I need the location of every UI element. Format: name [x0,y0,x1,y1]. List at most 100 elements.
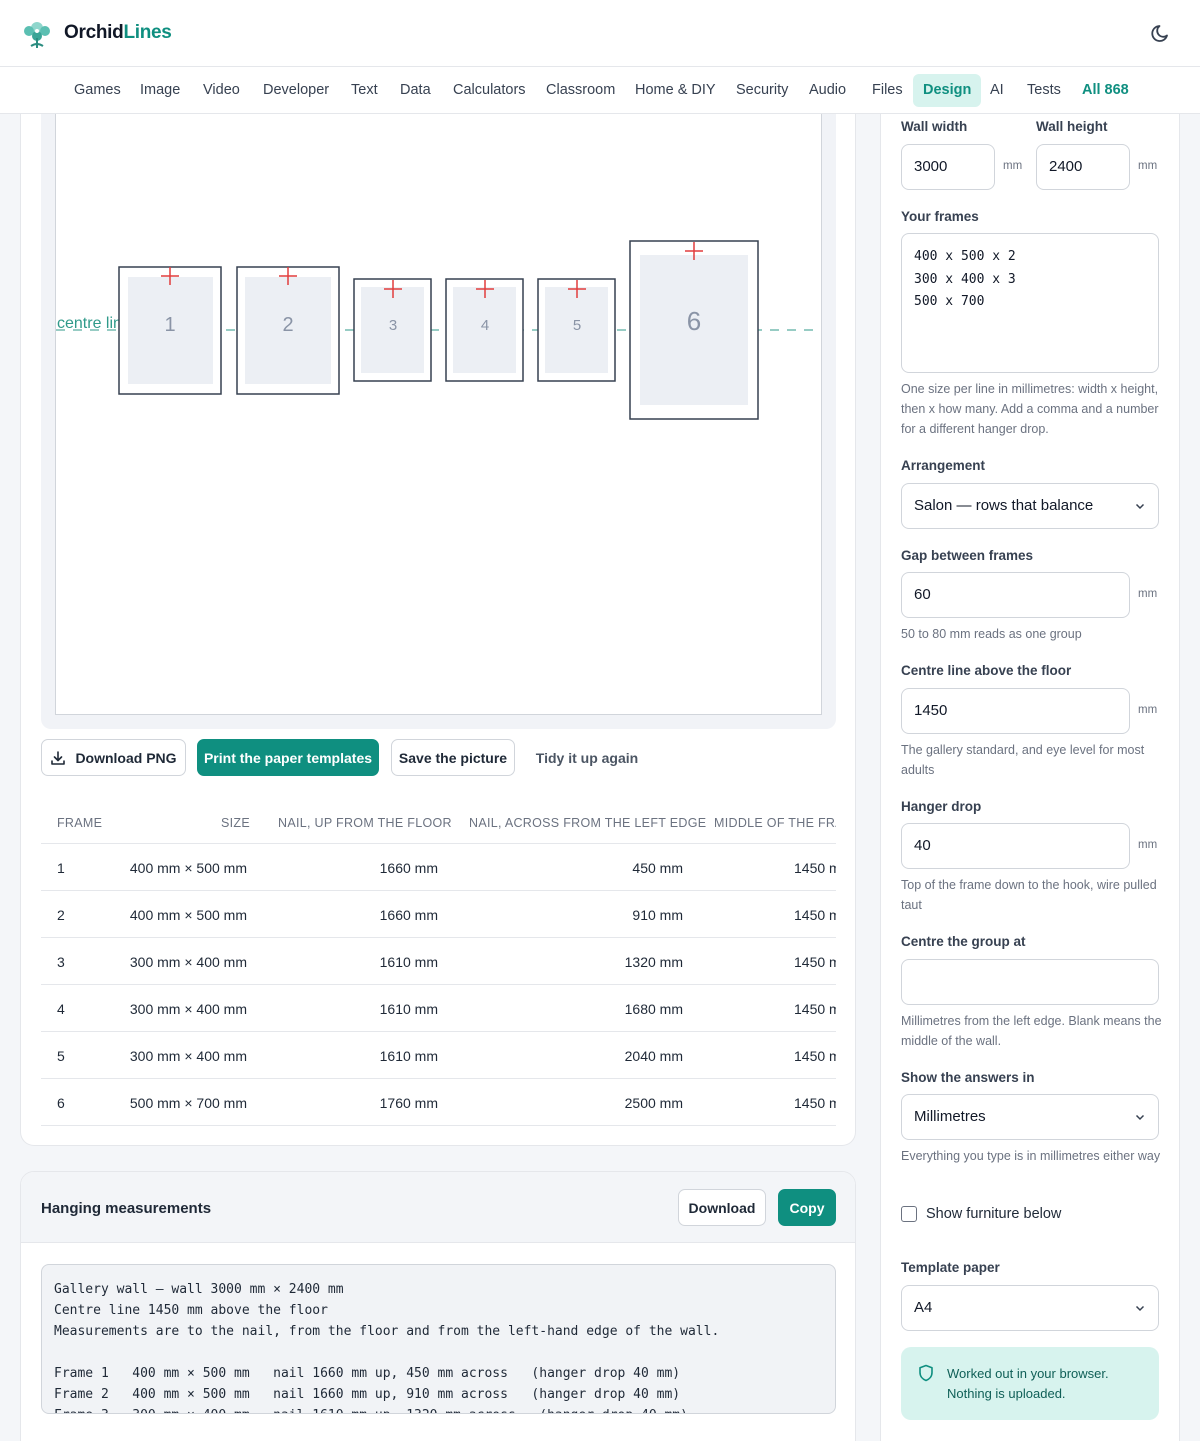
hanging-measurements-card: Hanging measurements Download Copy Galle… [20,1171,856,1441]
table-row: 3 300 mm × 400 mm 1610 mm 1320 mm 1450 mm [41,938,836,985]
furniture-label[interactable]: Show furniture below [926,1206,1061,1222]
frame-4-number: 4 [481,317,489,334]
table-row: 6 500 mm × 700 mm 1760 mm 2500 mm 1450 mm [41,1079,836,1126]
frames-textarea[interactable]: 400 x 500 x 2 300 x 400 x 3 500 x 700 [901,233,1159,373]
cell-size: 400 mm × 500 mm [129,907,247,923]
nav-data[interactable]: Data [390,74,441,107]
wall-preview-canvas[interactable]: centre line 1 2 3 4 5 6 [56,114,822,715]
nav-classroom[interactable]: Classroom [536,74,625,107]
cell-frame: 3 [57,954,65,970]
save-picture-button[interactable]: Save the picture [391,739,515,776]
paper-select[interactable]: A4 [901,1285,1159,1331]
nav-home-diy[interactable]: Home & DIY [625,74,726,107]
nav-audio[interactable]: Audio [799,74,856,107]
nav-text[interactable]: Text [341,74,388,107]
frame-1[interactable]: 1 [118,266,222,395]
furniture-checkbox[interactable] [901,1206,917,1222]
chevron-down-icon [1135,503,1145,510]
paper-value: A4 [914,1299,933,1316]
nav-design[interactable]: Design [913,74,982,107]
frame-5[interactable]: 5 [537,278,616,382]
centre-line-unit: mm [1138,704,1158,716]
cell-size: 300 mm × 400 mm [129,1001,247,1017]
cell-nail-across: 1680 mm [624,1001,683,1017]
hanger-drop-input[interactable]: 40 [901,823,1130,869]
download-png-label: Download PNG [75,749,177,766]
privacy-notice: Worked out in your browser. Nothing is u… [901,1347,1159,1420]
centre-group-label: Centre the group at [901,934,1026,949]
copy-button[interactable]: Copy [778,1189,836,1226]
wall-height-label: Wall height [1036,119,1108,134]
answers-in-select[interactable]: Millimetres [901,1094,1159,1140]
cell-middle: 1450 mm [794,954,836,970]
cell-nail-up: 1660 mm [379,860,438,876]
dark-mode-toggle-icon[interactable] [1148,20,1174,46]
cell-nail-across: 1320 mm [624,954,683,970]
download-png-button[interactable]: Download PNG [41,739,186,776]
download-icon [51,750,66,765]
arrangement-value: Salon — rows that balance [914,497,1094,514]
hanger-drop-hint: Top of the frame down to the hook, wire … [901,878,1157,912]
centre-line-input[interactable]: 1450 [901,688,1130,734]
wall-width-input[interactable]: 3000 [901,144,995,190]
table-row: 2 400 mm × 500 mm 1660 mm 910 mm 1450 mm [41,891,836,938]
table-row: 5 300 mm × 400 mm 1610 mm 2040 mm 1450 mm [41,1032,836,1079]
cell-nail-across: 2500 mm [624,1095,683,1111]
arrangement-label: Arrangement [901,458,986,473]
cell-frame: 1 [57,860,65,876]
chevron-down-icon [1135,1114,1145,1121]
table-row: 4 300 mm × 400 mm 1610 mm 1680 mm 1450 mm [41,985,836,1032]
cell-size: 300 mm × 400 mm [129,1048,247,1064]
notice-text: Worked out in your browser. Nothing is u… [947,1364,1109,1404]
frames-hint: One size per line in millimetres: width … [901,382,1159,436]
measurements-header: Hanging measurements Download Copy [21,1172,855,1243]
nav-calculators[interactable]: Calculators [443,74,536,107]
col-size: SIZE [221,816,250,830]
nav-files[interactable]: Files [862,74,913,107]
nav-security[interactable]: Security [726,74,798,107]
cell-middle: 1450 mm [794,1095,836,1111]
brand-name-part1: Orchid [64,22,124,43]
wall-preview: centre line 1 2 3 4 5 6 [55,114,822,715]
brand-name[interactable]: OrchidLines [64,22,172,44]
cell-nail-across: 910 mm [632,907,683,923]
shield-icon [919,1364,933,1382]
table-row: 1 400 mm × 500 mm 1660 mm 450 mm 1450 mm [41,844,836,891]
nav-image[interactable]: Image [130,74,190,107]
nav-video[interactable]: Video [193,74,250,107]
gap-input[interactable]: 60 [901,572,1130,618]
nav-games[interactable]: Games [64,74,131,107]
cell-frame: 5 [57,1048,65,1064]
nav-tests[interactable]: Tests [1017,74,1071,107]
wall-height-unit: mm [1138,160,1158,172]
frame-6[interactable]: 6 [629,240,759,420]
measurements-text[interactable]: Gallery wall — wall 3000 mm × 2400 mm Ce… [41,1264,836,1414]
cell-frame: 2 [57,907,65,923]
cell-nail-up: 1660 mm [379,907,438,923]
cell-nail-up: 1760 mm [379,1095,438,1111]
arrangement-select[interactable]: Salon — rows that balance [901,483,1159,529]
answers-in-hint: Everything you type is in millimetres ei… [901,1149,1161,1163]
cell-middle: 1450 mm [794,860,836,876]
gallery-wall-card: centre line 1 2 3 4 5 6 Download PNG Pri… [20,114,856,1146]
orchid-logo-icon[interactable] [21,16,53,50]
col-frame: FRAME [57,816,103,830]
print-templates-button[interactable]: Print the paper templates [197,739,379,776]
chevron-down-icon [1135,1305,1145,1312]
frame-4[interactable]: 4 [445,278,524,382]
gap-label: Gap between frames [901,548,1034,563]
nav-developer[interactable]: Developer [253,74,339,107]
cell-size: 400 mm × 500 mm [129,860,247,876]
download-button[interactable]: Download [678,1189,766,1226]
col-nail-across: NAIL, ACROSS FROM THE LEFT EDGE [469,816,707,830]
tidy-button[interactable]: Tidy it up again [527,739,647,776]
centre-group-hint: Millimetres from the left edge. Blank me… [901,1014,1162,1048]
col-nail-up: NAIL, UP FROM THE FLOOR [278,816,452,830]
frame-3[interactable]: 3 [353,278,432,382]
wall-height-input[interactable]: 2400 [1036,144,1130,190]
nav-ai[interactable]: AI [980,74,1014,107]
frame-2[interactable]: 2 [236,266,340,395]
centre-group-input[interactable] [901,959,1159,1005]
nav-all[interactable]: All 868 [1072,74,1139,107]
gap-unit: mm [1138,588,1158,600]
